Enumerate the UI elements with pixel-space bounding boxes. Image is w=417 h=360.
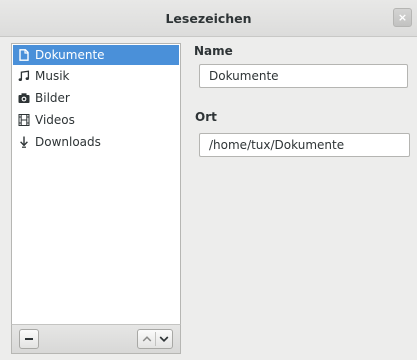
location-label: Ort: [195, 110, 217, 124]
chevron-up-icon[interactable]: [142, 335, 152, 343]
bookmark-item-downloads[interactable]: Downloads: [13, 132, 179, 152]
chevron-down-icon[interactable]: [159, 335, 169, 343]
bookmark-item-label: Dokumente: [35, 48, 105, 62]
bookmark-item-musik[interactable]: Musik: [13, 66, 179, 86]
title-bar: Lesezeichen ×: [0, 0, 417, 37]
button-separator: [155, 332, 156, 346]
bookmark-item-label: Musik: [35, 69, 70, 83]
name-input[interactable]: [199, 64, 408, 88]
window-title: Lesezeichen: [165, 11, 252, 26]
bookmark-item-label: Bilder: [35, 91, 70, 105]
document-icon: [19, 49, 29, 61]
remove-bookmark-button[interactable]: [19, 329, 39, 349]
camera-icon: [18, 93, 30, 103]
music-icon: [18, 70, 30, 81]
download-icon: [20, 136, 28, 148]
name-label: Name: [194, 44, 233, 58]
bookmark-list: Dokumente Musik Bilder Videos Downloads: [11, 43, 181, 325]
bookmark-item-videos[interactable]: Videos: [13, 110, 179, 130]
close-button[interactable]: ×: [393, 8, 412, 27]
bookmark-item-label: Videos: [35, 113, 75, 127]
bookmark-item-dokumente[interactable]: Dokumente: [13, 45, 179, 65]
bookmark-item-bilder[interactable]: Bilder: [13, 88, 179, 108]
film-icon: [18, 114, 30, 126]
location-input[interactable]: [199, 133, 410, 157]
bookmark-item-label: Downloads: [35, 135, 101, 149]
list-toolbar: [11, 324, 181, 354]
close-icon: ×: [397, 11, 408, 24]
reorder-button-group: [137, 329, 173, 349]
